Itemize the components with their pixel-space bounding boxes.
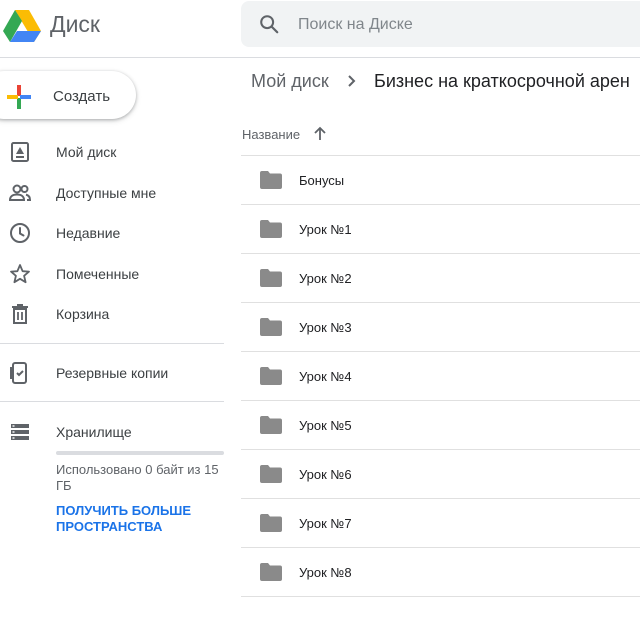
sidebar-item-label: Корзина	[56, 306, 110, 322]
sidebar-item-trash[interactable]: Корзина	[0, 296, 228, 332]
folder-icon	[260, 269, 282, 287]
sidebar-item-label: Помеченные	[56, 266, 140, 282]
chevron-right-icon	[345, 74, 359, 88]
list-divider	[241, 596, 640, 597]
storage-icon	[8, 420, 32, 444]
breadcrumb-my-drive[interactable]: Мой диск	[251, 71, 329, 92]
folder-name: Урок №8	[299, 565, 352, 580]
file-list-row[interactable]: Урок №2	[241, 254, 640, 303]
sidebar-item-recent[interactable]: Недавние	[0, 215, 228, 251]
file-list-row[interactable]: Урок №3	[241, 303, 640, 352]
folder-icon	[260, 465, 282, 483]
file-list-row[interactable]: Урок №7	[241, 499, 640, 548]
file-list-row[interactable]: Урок №8	[241, 548, 640, 597]
search-input[interactable]: Поиск на Диске	[298, 16, 413, 34]
file-list-row[interactable]: Бонусы	[241, 156, 640, 205]
sidebar-item-storage[interactable]: Хранилище	[0, 414, 228, 450]
sidebar-divider	[0, 401, 224, 402]
get-more-storage-link[interactable]: ПОЛУЧИТЬ БОЛЬШЕ ПРОСТРАНСТВА	[56, 503, 226, 535]
create-button-label: Создать	[53, 88, 111, 105]
folder-icon	[260, 318, 282, 336]
sidebar-item-shared[interactable]: Доступные мне	[0, 175, 228, 211]
storage-usage-bar	[56, 451, 224, 455]
breadcrumb-current-folder[interactable]: Бизнес на краткосрочной арен	[374, 71, 630, 92]
folder-name: Урок №5	[299, 418, 352, 433]
folder-icon	[260, 367, 282, 385]
sidebar-item-backups[interactable]: Резервные копии	[0, 355, 228, 391]
my-drive-icon	[8, 140, 32, 164]
sidebar-item-label: Недавние	[56, 225, 121, 241]
star-icon	[8, 262, 32, 286]
folder-name: Бонусы	[299, 173, 345, 188]
folder-icon	[260, 514, 282, 532]
file-list-row[interactable]: Урок №6	[241, 450, 640, 499]
file-list-row[interactable]: Урок №1	[241, 205, 640, 254]
sidebar-item-label: Мой диск	[56, 144, 117, 160]
arrow-up-icon[interactable]	[312, 126, 328, 142]
backup-device-icon	[8, 361, 32, 385]
folder-icon	[260, 563, 282, 581]
sidebar-item-my-drive[interactable]: Мой диск	[0, 134, 228, 170]
search-icon[interactable]	[258, 13, 280, 35]
storage-usage-text: Использовано 0 байт из 15 ГБ	[56, 462, 219, 493]
folder-icon	[260, 171, 282, 189]
sidebar-divider	[0, 343, 224, 344]
app-name: Диск	[50, 11, 100, 37]
shared-people-icon	[8, 181, 32, 205]
trash-icon	[8, 302, 32, 326]
clock-icon	[8, 221, 32, 245]
plus-icon	[6, 84, 32, 110]
folder-name: Урок №6	[299, 467, 352, 482]
folder-name: Урок №1	[299, 222, 352, 237]
folder-name: Урок №7	[299, 516, 352, 531]
sidebar-item-label: Хранилище	[56, 424, 132, 440]
file-list-row[interactable]: Урок №4	[241, 352, 640, 401]
sidebar-item-label: Резервные копии	[56, 365, 169, 381]
column-header-name[interactable]: Название	[242, 127, 300, 142]
drive-logo[interactable]	[2, 8, 42, 44]
sidebar-item-label: Доступные мне	[56, 185, 157, 201]
folder-name: Урок №4	[299, 369, 352, 384]
sidebar-item-starred[interactable]: Помеченные	[0, 256, 228, 292]
header-divider	[0, 57, 640, 58]
folder-name: Урок №2	[299, 271, 352, 286]
file-list-row[interactable]: Урок №5	[241, 401, 640, 450]
folder-icon	[260, 416, 282, 434]
folder-icon	[260, 220, 282, 238]
folder-name: Урок №3	[299, 320, 352, 335]
